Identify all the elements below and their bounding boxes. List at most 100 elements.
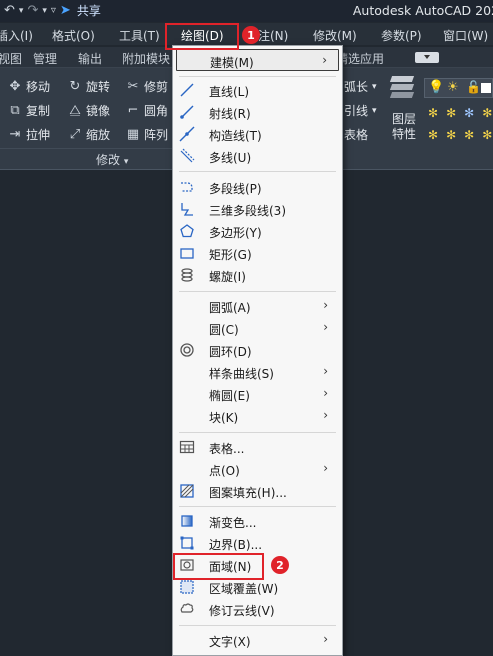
tab-view[interactable]: 视图 — [0, 50, 22, 67]
chevron-right-icon: › — [323, 364, 328, 378]
menu-item-gradient[interactable]: 渐变色... — [173, 510, 342, 532]
menu-parameter[interactable]: 参数(P) — [381, 27, 422, 44]
revcloud-icon — [179, 601, 195, 617]
menu-item-block[interactable]: 块(K) › — [173, 405, 342, 427]
menu-item-circle[interactable]: 圆(C) › — [173, 317, 342, 339]
menu-item-table[interactable]: 表格... — [173, 436, 342, 458]
trim-button[interactable]: ✂ 修剪 — [126, 78, 168, 95]
menu-item-line[interactable]: 直线(L) — [173, 79, 342, 101]
line-icon — [179, 82, 195, 98]
layer-iso-icon[interactable]: ✻ — [446, 106, 456, 120]
highlight-box-region — [173, 553, 264, 580]
menu-dimension[interactable]: 注(N) — [258, 27, 288, 44]
chevron-down-icon: ▾ — [372, 105, 377, 116]
layer-properties-button[interactable]: 图层 特性 — [392, 112, 416, 142]
menu-format[interactable]: 格式(O) — [52, 27, 95, 44]
sun-icon: ☀ — [447, 80, 459, 95]
xline-icon — [179, 126, 195, 142]
rectangle-icon — [179, 245, 195, 261]
menu-item-modeling[interactable]: 建模(M) › — [176, 49, 339, 71]
menu-separator — [179, 432, 336, 433]
menu-item-text[interactable]: 文字(X) › — [173, 629, 342, 651]
customize-qat-icon[interactable]: ▿ — [51, 5, 56, 16]
scale-icon: ⤢ — [69, 127, 81, 142]
menu-item-ellipse[interactable]: 椭圆(E) › — [173, 383, 342, 405]
modify-panel-title[interactable]: 修改 ▾ — [96, 151, 128, 168]
menu-item-boundary[interactable]: 边界(B)... — [173, 532, 342, 554]
chevron-right-icon: › — [323, 461, 328, 475]
stretch-icon: ⇥ — [9, 127, 21, 142]
3dpoly-icon — [179, 201, 195, 217]
menu-item-revcloud[interactable]: 修订云线(V) — [173, 598, 342, 620]
layer-freeze-icon[interactable]: ✻ — [464, 106, 474, 120]
array-button[interactable]: ▦ 阵列 — [126, 126, 168, 143]
menu-item-3d-polyline[interactable]: 三维多段线(3) — [173, 198, 342, 220]
highlight-box-draw-menu — [165, 23, 239, 50]
stretch-button[interactable]: ⇥ 拉伸 — [8, 126, 50, 143]
undo-icon[interactable]: ↶ — [4, 3, 15, 18]
scale-button[interactable]: ⤢ 缩放 — [68, 126, 110, 143]
layer-dropdown[interactable]: 💡 ☀ 🔓 — [424, 78, 493, 98]
move-button[interactable]: ✥ 移动 — [8, 78, 50, 95]
menu-item-rectangle[interactable]: 矩形(G) — [173, 242, 342, 264]
layer-walk-icon[interactable]: ✻ — [464, 128, 474, 142]
dropdown-arrow-icon[interactable]: ▾ — [42, 6, 47, 16]
fillet-icon: ⌐ — [127, 103, 139, 118]
layer-off-icon[interactable]: ✻ — [428, 106, 438, 120]
menu-separator — [179, 76, 336, 77]
chevron-right-icon: › — [323, 386, 328, 400]
gradient-icon — [179, 513, 195, 529]
copy-button[interactable]: ⧉ 复制 — [8, 102, 50, 119]
quick-access-toolbar: ↶ ▾ ↷ ▾ ▿ ➤ 共享 — [4, 2, 101, 19]
menu-item-point[interactable]: 点(O) › — [173, 458, 342, 480]
arc-length-button[interactable]: 弧长 ▾ — [344, 78, 377, 95]
dropdown-arrow-icon[interactable]: ▾ — [19, 6, 24, 16]
menu-item-helix[interactable]: 螺旋(I) — [173, 264, 342, 286]
menu-insert[interactable]: 插入(I) — [0, 27, 33, 44]
leader-button[interactable]: 引线 ▾ — [344, 102, 377, 119]
chevron-right-icon: › — [322, 53, 327, 67]
helix-icon — [179, 267, 195, 283]
menu-item-polygon[interactable]: 多边形(Y) — [173, 220, 342, 242]
menu-item-spline[interactable]: 样条曲线(S) › — [173, 361, 342, 383]
menu-item-construction-line[interactable]: 构造线(T) — [173, 123, 342, 145]
chevron-right-icon: › — [323, 632, 328, 646]
share-button[interactable]: 共享 — [77, 2, 101, 19]
menu-tools[interactable]: 工具(T) — [119, 27, 160, 44]
menu-item-arc[interactable]: 圆弧(A) › — [173, 295, 342, 317]
table-icon — [179, 439, 195, 455]
menu-separator — [179, 506, 336, 507]
fillet-button[interactable]: ⌐ 圆角 — [126, 102, 168, 119]
menu-modify[interactable]: 修改(M) — [313, 27, 357, 44]
menu-item-ray[interactable]: 射线(R) — [173, 101, 342, 123]
menu-separator — [179, 625, 336, 626]
menu-window[interactable]: 窗口(W) — [443, 27, 488, 44]
layer-lock-icon[interactable]: ✻ — [482, 106, 492, 120]
tab-addins[interactable]: 附加模块 — [122, 50, 170, 67]
table-button[interactable]: 表格 — [344, 126, 368, 143]
layer-merge-icon[interactable]: ✻ — [482, 128, 492, 142]
tab-featured-apps[interactable]: 精选应用 — [336, 50, 384, 67]
mirror-button[interactable]: ⧋ 镜像 — [68, 102, 110, 119]
lightbulb-icon: 💡 — [428, 80, 445, 95]
chevron-right-icon: › — [323, 408, 328, 422]
ribbon-minimize-toggle[interactable] — [415, 52, 439, 63]
menu-item-donut[interactable]: 圆环(D) — [173, 339, 342, 361]
layer-previous-icon[interactable]: ✻ — [446, 128, 456, 142]
app-title: Autodesk AutoCAD 202 — [352, 3, 493, 18]
menu-item-polyline[interactable]: 多段线(P) — [173, 176, 342, 198]
rotate-button[interactable]: ↻ 旋转 — [68, 78, 110, 95]
wipeout-icon — [179, 579, 195, 595]
menu-item-hatch[interactable]: 图案填充(H)... — [173, 480, 342, 502]
share-icon[interactable]: ➤ — [60, 3, 71, 18]
tab-manage[interactable]: 管理 — [33, 50, 57, 67]
trim-icon: ✂ — [127, 79, 139, 94]
layer-match-icon[interactable]: ✻ — [428, 128, 438, 142]
mline-icon — [179, 148, 195, 164]
layer-stack-icon — [389, 76, 415, 102]
menu-item-multiline[interactable]: 多线(U) — [173, 145, 342, 167]
rotate-icon: ↻ — [69, 79, 81, 94]
tab-output[interactable]: 输出 — [78, 50, 102, 67]
redo-icon[interactable]: ↷ — [27, 3, 38, 18]
move-icon: ✥ — [9, 79, 21, 94]
